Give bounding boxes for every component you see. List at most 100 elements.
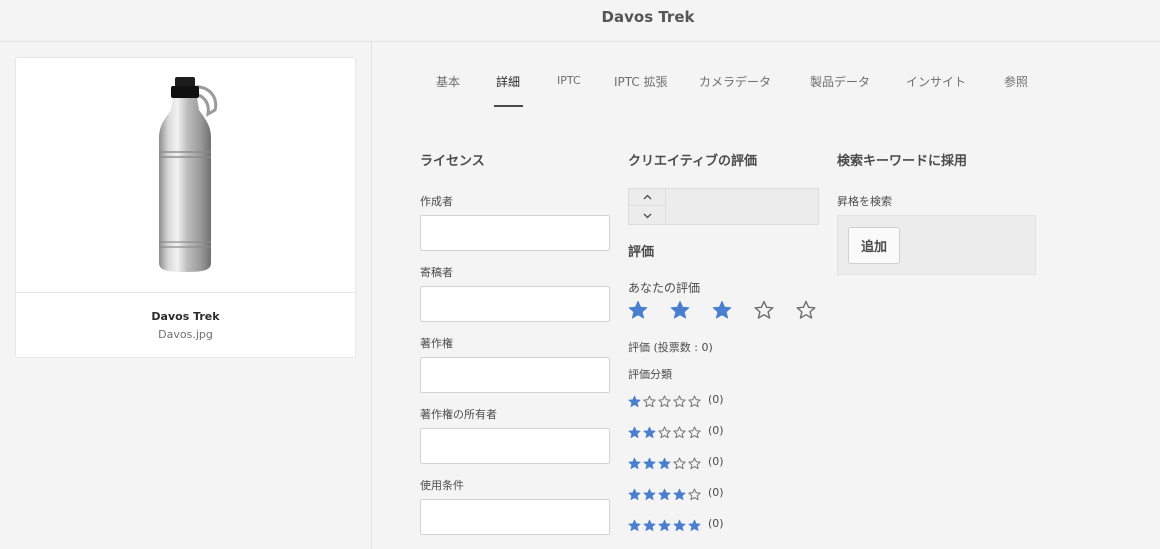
search-promote-title: 検索キーワードに採用	[837, 154, 968, 169]
star-filled-icon	[673, 486, 686, 501]
rating-count: (0)	[708, 486, 724, 499]
your-rating-label: あなたの評価	[628, 281, 701, 295]
creator-field[interactable]	[420, 215, 610, 251]
star-empty-icon	[688, 457, 701, 470]
star-empty-icon	[673, 393, 686, 408]
tab-advanced[interactable]: 詳細	[496, 73, 520, 90]
star-filled-icon	[658, 457, 671, 470]
usage-terms-label: 使用条件	[420, 479, 464, 492]
star-empty-icon	[673, 426, 686, 439]
star-empty-icon	[796, 300, 816, 319]
star-filled-icon	[643, 457, 656, 470]
rating-stepper[interactable]	[628, 188, 819, 225]
star-empty-icon	[688, 486, 701, 501]
search-promote-label: 昇格を検索	[837, 195, 892, 208]
rating-distribution-row: (0)	[628, 424, 738, 439]
rating-distribution-row: (0)	[628, 393, 738, 408]
star-filled-icon	[643, 486, 656, 501]
star-filled-icon	[673, 488, 686, 501]
rating-title: 評価	[628, 245, 655, 260]
copyright-label: 著作権	[420, 337, 453, 350]
star-filled-icon	[628, 393, 641, 408]
chevron-down-icon	[643, 213, 651, 218]
your-rating-star-2[interactable]	[670, 300, 690, 320]
star-filled-icon	[658, 455, 671, 470]
tab-iptc-extension[interactable]: IPTC 拡張	[614, 73, 668, 90]
asset-name: Davos Trek	[151, 310, 220, 323]
star-filled-icon	[643, 488, 656, 501]
license-section-title: ライセンス	[420, 154, 485, 169]
bottle-image	[159, 77, 218, 272]
star-filled-icon	[628, 301, 648, 319]
star-filled-icon	[628, 517, 641, 532]
star-filled-icon	[628, 455, 641, 470]
your-rating-star-3[interactable]	[712, 300, 732, 320]
asset-card[interactable]: Davos Trek Davos.jpg	[15, 57, 356, 358]
star-empty-icon	[688, 424, 701, 439]
star-empty-icon	[658, 393, 671, 408]
star-filled-icon	[628, 426, 641, 439]
star-filled-icon	[628, 424, 641, 439]
star-empty-icon	[688, 426, 701, 439]
usage-terms-field[interactable]	[420, 499, 610, 535]
chevron-up-icon	[643, 194, 651, 200]
tab-insights[interactable]: インサイト	[906, 73, 966, 90]
rating-count: (0)	[708, 424, 724, 437]
top-header: Davos Trek	[0, 0, 1160, 42]
rating-distribution-row: (0)	[628, 517, 738, 532]
star-empty-icon	[658, 426, 671, 439]
active-tab-indicator	[494, 105, 523, 107]
star-filled-icon	[643, 517, 656, 532]
star-filled-icon	[628, 486, 641, 501]
rating-summary: 評価 (投票数 : 0)	[628, 341, 713, 354]
rating-count: (0)	[708, 455, 724, 468]
tab-basic[interactable]: 基本	[436, 73, 460, 90]
stepper-up-button[interactable]	[629, 189, 666, 206]
star-filled-icon	[658, 517, 671, 532]
search-keywords-box: 追加	[837, 215, 1036, 275]
star-filled-icon	[628, 488, 641, 501]
tab-product-data[interactable]: 製品データ	[810, 73, 870, 90]
star-empty-icon	[643, 395, 656, 408]
copyright-owner-field[interactable]	[420, 428, 610, 464]
star-filled-icon	[643, 424, 656, 439]
rating-count: (0)	[708, 517, 724, 530]
star-filled-icon	[712, 301, 732, 319]
star-empty-icon	[688, 455, 701, 470]
asset-filename: Davos.jpg	[158, 328, 213, 341]
star-empty-icon	[673, 457, 686, 470]
add-button[interactable]: 追加	[848, 227, 900, 264]
star-filled-icon	[658, 488, 671, 501]
star-filled-icon	[658, 486, 671, 501]
star-empty-icon	[688, 395, 701, 408]
star-empty-icon	[658, 395, 671, 408]
star-empty-icon	[643, 393, 656, 408]
copyright-field[interactable]	[420, 357, 610, 393]
your-rating-star-5[interactable]	[796, 300, 816, 320]
creative-rating-title: クリエイティブの評価	[628, 154, 757, 169]
contributor-label: 寄稿者	[420, 266, 453, 279]
contributor-field[interactable]	[420, 286, 610, 322]
star-filled-icon	[658, 519, 671, 532]
rating-distribution-row: (0)	[628, 455, 738, 470]
rating-distribution-row: (0)	[628, 486, 738, 501]
star-filled-icon	[628, 395, 641, 408]
creator-label: 作成者	[420, 195, 453, 208]
rating-distribution-label: 評価分類	[628, 368, 672, 381]
asset-panel: Davos Trek Davos.jpg	[0, 42, 372, 549]
tab-references[interactable]: 参照	[1004, 73, 1028, 90]
tab-iptc[interactable]: IPTC	[557, 74, 581, 87]
star-filled-icon	[643, 455, 656, 470]
asset-thumbnail	[16, 58, 355, 293]
your-rating-star-1[interactable]	[628, 300, 648, 320]
star-filled-icon	[670, 301, 690, 319]
rating-count: (0)	[708, 393, 724, 406]
tab-camera-data[interactable]: カメラデータ	[699, 73, 771, 90]
star-empty-icon	[658, 424, 671, 439]
star-filled-icon	[643, 426, 656, 439]
your-rating-star-4[interactable]	[754, 300, 774, 320]
copyright-owner-label: 著作権の所有者	[420, 408, 497, 421]
stepper-down-button[interactable]	[629, 207, 666, 224]
star-filled-icon	[628, 519, 641, 532]
star-empty-icon	[673, 395, 686, 408]
